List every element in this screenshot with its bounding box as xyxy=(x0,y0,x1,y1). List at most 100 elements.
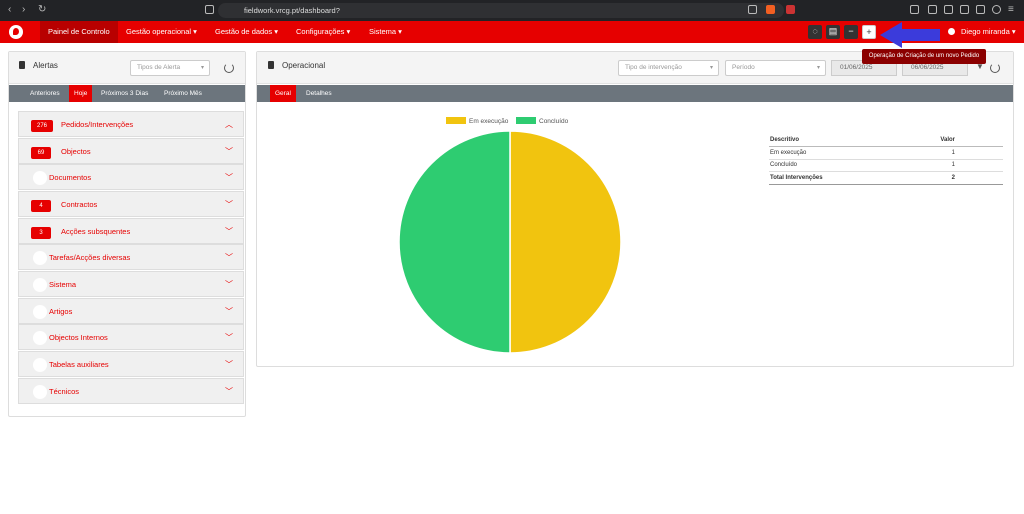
chevron-down-icon: ﹀ xyxy=(225,333,233,342)
period-select[interactable]: Período ▾ xyxy=(725,60,826,76)
intervention-type-placeholder: Tipo de intervenção xyxy=(625,64,682,71)
music-icon[interactable] xyxy=(928,5,937,14)
brave-shield-icon[interactable] xyxy=(766,5,775,14)
alerts-title: Alertas xyxy=(33,61,58,70)
accordion-label: Documentos xyxy=(49,173,92,182)
tab-hoje[interactable]: Hoje xyxy=(69,85,93,102)
accordion-item[interactable]: 276 Pedidos/Intervenções ︿ xyxy=(18,111,244,137)
chat-icon[interactable]: ◌ xyxy=(808,25,822,39)
address-bar[interactable]: fieldwork.vrcg.pt/dashboard? xyxy=(218,3,784,18)
reload-icon[interactable]: ↻ xyxy=(38,4,46,16)
alert-type-select[interactable]: Tipos de Alerta ▾ xyxy=(130,60,210,76)
accordion-label: Contractos xyxy=(61,200,98,209)
intervention-type-select[interactable]: Tipo de intervenção ▾ xyxy=(618,60,719,76)
count-badge xyxy=(33,305,47,319)
sidebar-icon[interactable] xyxy=(944,5,953,14)
menu-gestao-operacional[interactable]: Gestão operacional ▾ xyxy=(126,21,197,43)
count-badge xyxy=(33,251,47,265)
alerts-tabs: Anteriores Hoje Próximos 3 Dias Próximo … xyxy=(9,85,245,102)
refresh-icon[interactable] xyxy=(224,63,234,73)
accordion-item[interactable]: Técnicos ﹀ xyxy=(18,378,244,404)
accordion-item[interactable]: Tabelas auxiliares ﹀ xyxy=(18,351,244,377)
menu-configuracoes[interactable]: Configurações ▾ xyxy=(296,21,350,43)
chevron-down-icon: ﹀ xyxy=(225,280,233,289)
accordion-label: Tarefas/Acções diversas xyxy=(49,253,131,262)
menu-gestao-de-dados[interactable]: Gestão de dados ▾ xyxy=(215,21,278,43)
accordion-item[interactable]: 4 Contractos ﹀ xyxy=(18,191,244,217)
browser-menu-icon[interactable]: ≡ xyxy=(1008,4,1014,16)
count-badge xyxy=(33,278,47,292)
chevron-down-icon: ﹀ xyxy=(225,253,233,262)
pie-slice[interactable] xyxy=(398,130,511,354)
tab-detalhes[interactable]: Detalhes xyxy=(306,85,332,102)
chevron-down-icon: ﹀ xyxy=(225,387,233,396)
count-badge xyxy=(33,358,47,372)
card-icon[interactable]: ▤ xyxy=(826,25,840,39)
count-badge xyxy=(33,171,47,185)
tab-proximos-3-dias[interactable]: Próximos 3 Dias xyxy=(101,85,148,102)
chevron-down-icon: ▾ xyxy=(200,65,204,71)
browser-bar: ‹ › ↻ fieldwork.vrcg.pt/dashboard? ≡ xyxy=(0,0,1024,21)
count-badge: 69 xyxy=(31,147,51,159)
stats-table: Descritivo Valor Em execução 1 Concluído… xyxy=(769,134,1003,185)
tab-anteriores[interactable]: Anteriores xyxy=(30,85,60,102)
chevron-down-icon: ﹀ xyxy=(225,227,233,236)
accordion-label: Acções subsquentes xyxy=(61,227,131,236)
user-menu[interactable]: Diego miranda ▾ xyxy=(948,21,1016,43)
refresh-icon[interactable] xyxy=(990,63,1000,73)
share-icon[interactable] xyxy=(748,5,757,14)
accordion-item[interactable]: Documentos ﹀ xyxy=(18,164,244,190)
bookmark-icon[interactable] xyxy=(205,5,214,14)
minus-button[interactable]: − xyxy=(844,25,858,39)
period-placeholder: Período xyxy=(732,64,755,71)
table-row: Em execução 1 xyxy=(769,146,1003,160)
vpn-icon[interactable] xyxy=(992,5,1001,14)
forward-icon[interactable]: › xyxy=(22,4,25,16)
back-icon[interactable]: ‹ xyxy=(8,4,11,16)
column-header: Descritivo xyxy=(769,134,877,147)
legend-item: Concluído xyxy=(516,117,568,125)
puzzle-icon[interactable] xyxy=(976,5,985,14)
new-request-button[interactable]: + xyxy=(862,25,876,39)
menu-painel-de-controlo[interactable]: Painel de Controlo xyxy=(40,21,118,43)
chevron-down-icon: ﹀ xyxy=(225,360,233,369)
pointer-arrow-icon xyxy=(880,22,940,48)
url-text: fieldwork.vrcg.pt/dashboard? xyxy=(244,6,340,15)
pie-chart xyxy=(398,130,622,354)
wallet-icon[interactable] xyxy=(960,5,969,14)
chevron-down-icon: ﹀ xyxy=(225,307,233,316)
table-cell: Em execução xyxy=(769,146,877,160)
menu-sistema[interactable]: Sistema ▾ xyxy=(369,21,402,43)
accordion-item[interactable]: Artigos ﹀ xyxy=(18,298,244,324)
chevron-down-icon: ﹀ xyxy=(225,173,233,182)
pie-slice[interactable] xyxy=(509,130,622,354)
chevron-down-icon: ▾ xyxy=(709,65,713,71)
count-badge xyxy=(33,385,47,399)
legend-item: Em execução xyxy=(446,117,508,125)
tooltip-new-request: Operação de Criação de um novo Pedido xyxy=(862,49,986,64)
accordion-item[interactable]: 69 Objectos ﹀ xyxy=(18,138,244,164)
count-badge: 3 xyxy=(31,227,51,239)
app-navbar: Painel de Controlo Gestão operacional ▾ … xyxy=(0,21,1024,43)
vodafone-logo-icon[interactable] xyxy=(9,25,23,39)
operational-title: Operacional xyxy=(282,61,326,70)
table-cell: 1 xyxy=(876,159,1003,172)
rewards-icon[interactable] xyxy=(786,5,795,14)
accordion-label: Objectos Internos xyxy=(49,333,108,342)
legend-label: Concluído xyxy=(539,118,569,125)
tab-proximo-mes[interactable]: Próximo Mês xyxy=(164,85,202,102)
document-icon xyxy=(19,61,25,69)
accordion-label: Sistema xyxy=(49,280,77,289)
table-cell: Total Intervenções xyxy=(769,171,877,185)
accordion-item[interactable]: 3 Acções subsquentes ﹀ xyxy=(18,218,244,244)
user-icon xyxy=(948,28,955,35)
accordion-item[interactable]: Tarefas/Acções diversas ﹀ xyxy=(18,244,244,270)
chevron-up-icon: ︿ xyxy=(225,120,233,129)
accordion-item[interactable]: Objectos Internos ﹀ xyxy=(18,324,244,350)
alert-type-placeholder: Tipos de Alerta xyxy=(137,64,181,71)
alerts-header: Alertas Tipos de Alerta ▾ xyxy=(9,52,245,84)
accordion-item[interactable]: Sistema ﹀ xyxy=(18,271,244,297)
table-total-row: Total Intervenções 2 xyxy=(769,171,1003,185)
tab-geral[interactable]: Geral xyxy=(270,85,296,102)
extensions-icon[interactable] xyxy=(910,5,919,14)
